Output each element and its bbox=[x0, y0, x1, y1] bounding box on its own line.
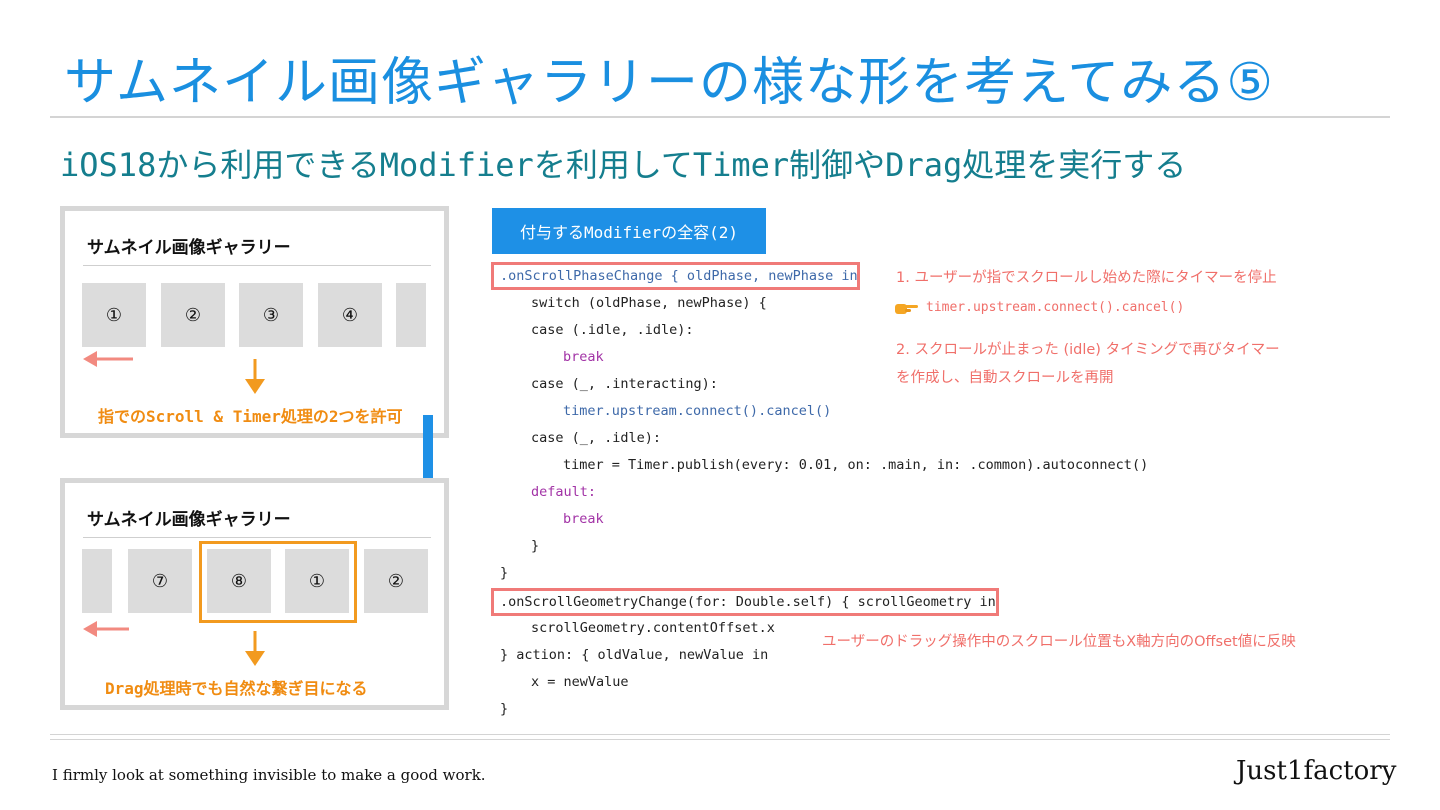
gallery-panel-bottom: サムネイル画像ギャラリー ⑦ ⑧ ① ② Drag処理時でも自然な繋ぎ目になる bbox=[60, 478, 449, 710]
thumbnail[interactable]: ① bbox=[82, 283, 146, 347]
code-line: case (_, .idle): bbox=[531, 430, 662, 446]
panel-caption: 指でのScroll & Timer処理の2つを許可 bbox=[98, 407, 403, 426]
down-arrow-icon bbox=[245, 631, 265, 666]
code-line: } bbox=[531, 538, 540, 554]
code-line: timer = Timer.publish(every: 0.01, on: .… bbox=[563, 457, 1149, 473]
title-divider bbox=[50, 116, 1390, 118]
panel-title: サムネイル画像ギャラリー bbox=[87, 510, 291, 530]
thumbnail[interactable] bbox=[82, 549, 112, 613]
page-title: サムネイル画像ギャラリーの様な形を考えてみる⑤ bbox=[64, 53, 1274, 113]
page-subtitle: iOS18から利用できるModifierを利用してTimer制御やDrag処理を… bbox=[60, 146, 1187, 184]
code-line: .onScrollPhaseChange { oldPhase, newPhas… bbox=[500, 268, 858, 284]
code-line: } bbox=[500, 565, 509, 581]
note-1: 1. ユーザーが指でスクロールし始めた際にタイマーを停止 bbox=[896, 270, 1277, 286]
thumbnail[interactable] bbox=[396, 283, 426, 347]
down-arrow-icon bbox=[245, 359, 265, 394]
note-2-line-1: 2. スクロールが止まった (idle) タイミングで再びタイマー bbox=[896, 342, 1280, 358]
code-line: .onScrollGeometryChange(for: Double.self… bbox=[500, 594, 996, 610]
modifier-tab[interactable]: 付与するModifierの全容(2) bbox=[492, 208, 766, 254]
pointing-hand-icon bbox=[895, 304, 918, 314]
seam-highlight-box bbox=[199, 541, 357, 623]
thumbnail[interactable]: ④ bbox=[318, 283, 382, 347]
scroll-left-arrow-icon bbox=[83, 621, 129, 637]
panel-title: サムネイル画像ギャラリー bbox=[87, 238, 291, 258]
footer-divider bbox=[50, 739, 1390, 740]
footer-divider bbox=[50, 734, 1390, 735]
footer-tagline: I firmly look at something invisible to … bbox=[52, 766, 486, 784]
code-line: break bbox=[563, 511, 604, 527]
code-line: } action: { oldValue, newValue in bbox=[500, 647, 769, 663]
note-2-line-2: を作成し、自動スクロールを再開 bbox=[896, 370, 1114, 386]
code-line: case (.idle, .idle): bbox=[531, 322, 694, 338]
thumbnail[interactable]: ② bbox=[364, 549, 428, 613]
note-1-code: timer.upstream.connect().cancel() bbox=[926, 300, 1185, 315]
code-line: default: bbox=[531, 484, 597, 500]
scroll-left-arrow-icon bbox=[83, 351, 133, 367]
panel-caption: Drag処理時でも自然な繋ぎ目になる bbox=[105, 679, 368, 698]
thumbnail[interactable]: ③ bbox=[239, 283, 303, 347]
gallery-panel-top: サムネイル画像ギャラリー ① ② ③ ④ 指でのScroll & Timer処理… bbox=[60, 206, 449, 438]
panel-divider bbox=[83, 537, 431, 538]
code-line: break bbox=[563, 349, 604, 365]
footer-brand: Just1factory bbox=[1236, 756, 1397, 786]
code-line: } bbox=[500, 701, 509, 717]
code-line: x = newValue bbox=[531, 674, 629, 690]
code-line: scrollGeometry.contentOffset.x bbox=[531, 620, 775, 636]
thumbnail[interactable]: ② bbox=[161, 283, 225, 347]
panel-divider bbox=[83, 265, 431, 266]
thumbnail[interactable]: ⑦ bbox=[128, 549, 192, 613]
note-3: ユーザーのドラッグ操作中のスクロール位置もX軸方向のOffset値に反映 bbox=[822, 634, 1296, 650]
code-line: case (_, .interacting): bbox=[531, 376, 718, 392]
code-line: timer.upstream.connect().cancel() bbox=[563, 403, 832, 419]
code-line: switch (oldPhase, newPhase) { bbox=[531, 295, 767, 311]
